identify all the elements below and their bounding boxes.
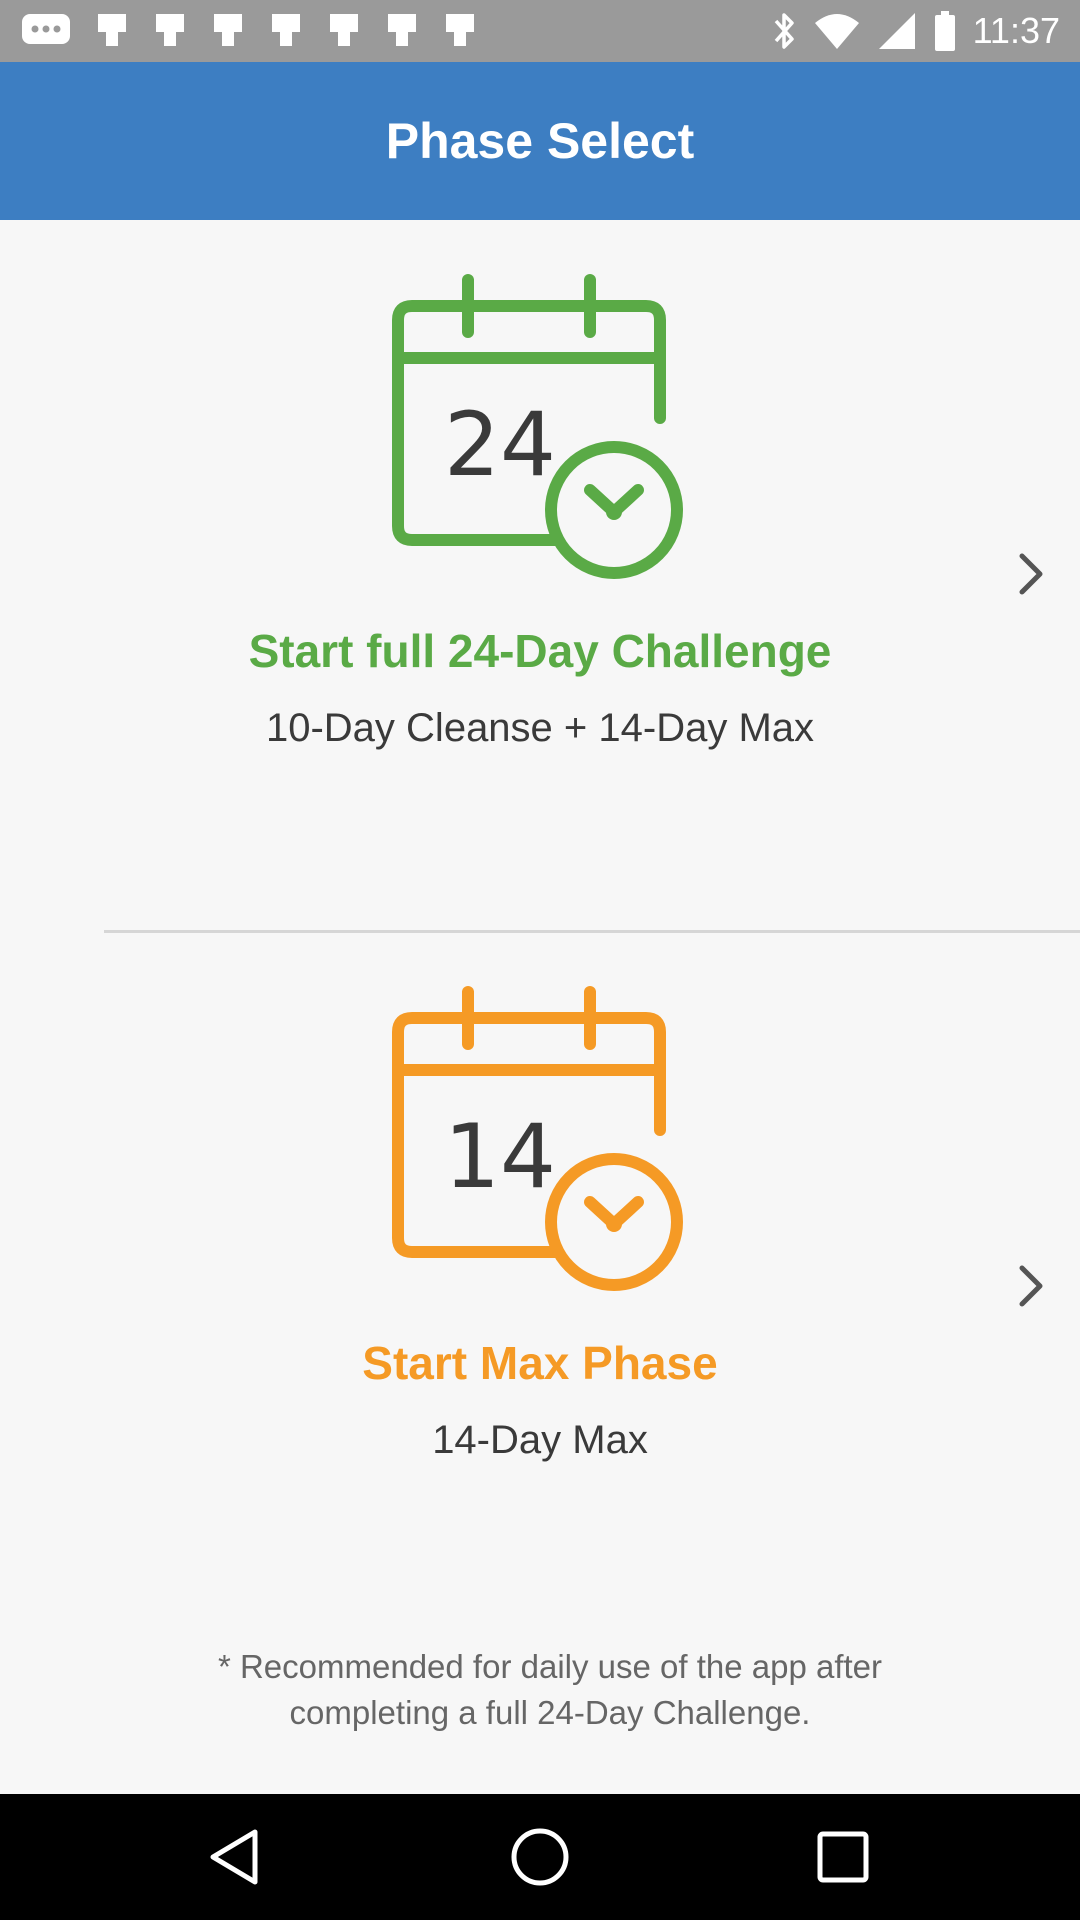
navigation-bar bbox=[0, 1794, 1080, 1920]
option-title: Start full 24-Day Challenge bbox=[248, 625, 832, 677]
app-notification-icon bbox=[272, 14, 300, 46]
app-notification-icon bbox=[330, 14, 358, 46]
calendar-number: 14 bbox=[444, 1105, 556, 1208]
calendar-number: 24 bbox=[444, 393, 556, 496]
messages-icon bbox=[22, 14, 70, 44]
app-notification-icon bbox=[156, 14, 184, 46]
app-notification-icon bbox=[388, 14, 416, 46]
cellular-signal-icon bbox=[878, 13, 915, 49]
option-subtitle: 14-Day Max bbox=[432, 1418, 648, 1462]
app-notification-icon bbox=[214, 14, 242, 46]
chevron-right-icon bbox=[1019, 553, 1043, 595]
battery-icon bbox=[934, 11, 955, 51]
full-challenge-option[interactable]: 24 Start full 24-Day Challenge 10-Day Cl… bbox=[0, 220, 1080, 932]
chevron-right-icon bbox=[1019, 1265, 1043, 1307]
status-system: 11:37 bbox=[771, 8, 1060, 54]
bluetooth-icon bbox=[774, 13, 794, 49]
page-title: Phase Select bbox=[385, 113, 695, 169]
status-bar: 11:37 bbox=[0, 0, 1080, 62]
home-icon[interactable] bbox=[507, 1824, 573, 1890]
back-icon[interactable] bbox=[203, 1824, 269, 1890]
app-notification-icon bbox=[446, 14, 474, 46]
wifi-icon bbox=[814, 14, 859, 49]
option-subtitle: 10-Day Cleanse + 14-Day Max bbox=[265, 706, 815, 750]
calendar-clock-icon: 14 bbox=[392, 986, 683, 1291]
footnote: * Recommended for daily use of the app a… bbox=[217, 1648, 883, 1731]
app-bar: Phase Select bbox=[0, 62, 1080, 220]
calendar-clock-icon: 24 bbox=[392, 274, 683, 579]
recents-icon[interactable] bbox=[810, 1824, 876, 1890]
option-title: Start Max Phase bbox=[362, 1337, 718, 1389]
phase-list: 24 Start full 24-Day Challenge 10-Day Cl… bbox=[0, 220, 1080, 1794]
status-time: 11:37 bbox=[972, 10, 1060, 51]
status-notifications bbox=[20, 10, 478, 50]
max-phase-option[interactable]: 14 Start Max Phase 14-Day Max bbox=[0, 932, 1080, 1644]
app-notification-icon bbox=[98, 14, 126, 46]
